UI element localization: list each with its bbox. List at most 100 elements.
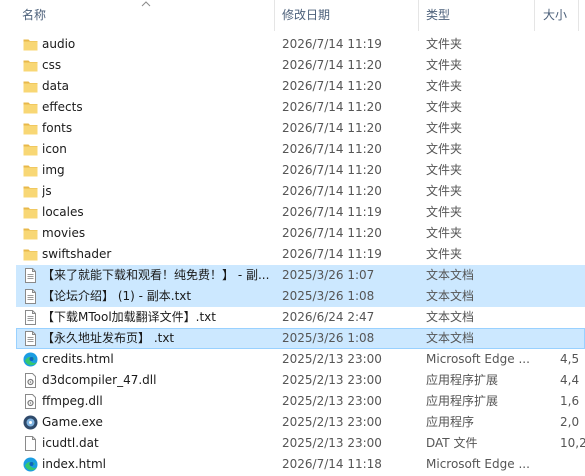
file-row[interactable]: credits.html 2025/2/13 23:00 Microsoft Edg… bbox=[0, 349, 585, 370]
file-date: 2026/6/24 2:47 bbox=[282, 310, 375, 324]
file-size bbox=[560, 454, 585, 475]
file-type: 应用程序扩展 bbox=[426, 373, 499, 387]
file-type: 文本文档 bbox=[426, 310, 475, 324]
dll-file-icon bbox=[22, 372, 39, 389]
column-divider[interactable] bbox=[578, 0, 579, 31]
file-row[interactable]: movies 2026/7/14 11:20 文件夹 bbox=[0, 223, 585, 244]
file-date: 2025/2/13 23:00 bbox=[282, 352, 382, 366]
file-size: 10,2 bbox=[560, 436, 585, 450]
file-name: 【论坛介绍】 (1) - 副本.txt bbox=[42, 289, 192, 303]
file-row[interactable]: data 2026/7/14 11:20 文件夹 bbox=[0, 76, 585, 97]
edge-icon bbox=[22, 351, 39, 368]
file-size bbox=[560, 265, 585, 286]
file-icon bbox=[22, 435, 39, 452]
file-date: 2026/7/14 11:20 bbox=[282, 142, 382, 156]
file-name: data bbox=[42, 79, 70, 93]
folder-icon bbox=[22, 183, 39, 200]
column-divider[interactable] bbox=[418, 0, 419, 31]
file-type: DAT 文件 bbox=[426, 436, 478, 450]
text-file-icon bbox=[22, 330, 39, 347]
file-row[interactable]: locales 2026/7/14 11:19 文件夹 bbox=[0, 202, 585, 223]
file-row[interactable]: index.html 2026/7/14 11:18 Microsoft Edge … bbox=[0, 454, 585, 475]
exe-icon bbox=[22, 414, 39, 431]
file-row[interactable]: icudtl.dat 2025/2/13 23:00 DAT 文件 10,2 bbox=[0, 433, 585, 454]
file-name: img bbox=[42, 163, 65, 177]
file-name: swiftshader bbox=[42, 247, 112, 261]
file-size bbox=[560, 160, 585, 181]
dll-file-icon bbox=[22, 393, 39, 410]
column-header-date[interactable]: 修改日期 bbox=[282, 0, 330, 31]
file-date: 2026/7/14 11:19 bbox=[282, 247, 382, 261]
file-type: Microsoft Edge ... bbox=[426, 352, 530, 366]
file-date: 2025/3/26 1:07 bbox=[282, 268, 375, 282]
file-row[interactable]: 【来了就能下载和观看！纯免费！】 - 副... 2025/3/26 1:07 文本文… bbox=[0, 265, 585, 286]
file-type: 文本文档 bbox=[426, 331, 475, 345]
file-row[interactable]: icon 2026/7/14 11:20 文件夹 bbox=[0, 139, 585, 160]
file-date: 2026/7/14 11:20 bbox=[282, 163, 382, 177]
file-name: d3dcompiler_47.dll bbox=[42, 373, 157, 387]
file-row[interactable]: 【永久地址发布页】 .txt 2025/3/26 1:08 文本文档 bbox=[0, 328, 585, 349]
column-header-name[interactable]: 名称 bbox=[22, 0, 46, 31]
file-size bbox=[560, 139, 585, 160]
file-size bbox=[560, 97, 585, 118]
file-type: 文件夹 bbox=[426, 142, 463, 156]
file-date: 2025/2/13 23:00 bbox=[282, 415, 382, 429]
file-type: 文件夹 bbox=[426, 226, 463, 240]
file-date: 2026/7/14 11:20 bbox=[282, 226, 382, 240]
file-name: icudtl.dat bbox=[42, 436, 99, 450]
file-date: 2026/7/14 11:19 bbox=[282, 37, 382, 51]
file-date: 2026/7/14 11:20 bbox=[282, 100, 382, 114]
file-row[interactable]: fonts 2026/7/14 11:20 文件夹 bbox=[0, 118, 585, 139]
text-file-icon bbox=[22, 309, 39, 326]
file-name: ffmpeg.dll bbox=[42, 394, 103, 408]
file-type: 文件夹 bbox=[426, 184, 463, 198]
column-header-type[interactable]: 类型 bbox=[426, 0, 450, 31]
column-header-size[interactable]: 大小 bbox=[543, 0, 567, 31]
file-name: locales bbox=[42, 205, 84, 219]
file-date: 2026/7/14 11:20 bbox=[282, 121, 382, 135]
text-file-icon bbox=[22, 288, 39, 305]
file-name: icon bbox=[42, 142, 67, 156]
file-name: 【来了就能下载和观看！纯免费！】 - 副... bbox=[42, 268, 270, 282]
file-row[interactable]: effects 2026/7/14 11:20 文件夹 bbox=[0, 97, 585, 118]
file-size: 1,6 bbox=[560, 394, 580, 408]
file-row[interactable]: audio 2026/7/14 11:19 文件夹 bbox=[0, 34, 585, 55]
file-name: movies bbox=[42, 226, 86, 240]
file-row[interactable]: d3dcompiler_47.dll 2025/2/13 23:00 应用程序扩展 4… bbox=[0, 370, 585, 391]
column-divider[interactable] bbox=[534, 0, 535, 31]
file-type: 文件夹 bbox=[426, 37, 463, 51]
file-type: 文本文档 bbox=[426, 268, 475, 282]
file-name: fonts bbox=[42, 121, 73, 135]
sort-ascending-icon bbox=[141, 1, 151, 7]
folder-icon bbox=[22, 162, 39, 179]
file-size bbox=[560, 223, 585, 244]
file-row[interactable]: js 2026/7/14 11:20 文件夹 bbox=[0, 181, 585, 202]
file-size bbox=[560, 307, 585, 328]
file-date: 2026/7/14 11:20 bbox=[282, 184, 382, 198]
file-row[interactable]: Game.exe 2025/2/13 23:00 应用程序 2,0 bbox=[0, 412, 585, 433]
file-name: css bbox=[42, 58, 62, 72]
folder-icon bbox=[22, 225, 39, 242]
file-row[interactable]: img 2026/7/14 11:20 文件夹 bbox=[0, 160, 585, 181]
file-type: 文本文档 bbox=[426, 289, 475, 303]
folder-icon bbox=[22, 57, 39, 74]
file-size bbox=[560, 55, 585, 76]
file-row[interactable]: 【下载MTool加载翻译文件】.txt 2026/6/24 2:47 文本文档 bbox=[0, 307, 585, 328]
column-divider[interactable] bbox=[274, 0, 275, 31]
file-date: 2025/2/13 23:00 bbox=[282, 373, 382, 387]
file-row[interactable]: 【论坛介绍】 (1) - 副本.txt 2025/3/26 1:08 文本文档 bbox=[0, 286, 585, 307]
file-type: 文件夹 bbox=[426, 247, 463, 261]
file-type: Microsoft Edge ... bbox=[426, 457, 530, 471]
file-size bbox=[560, 328, 585, 349]
file-list: audio 2026/7/14 11:19 文件夹 css 2026/7/14 11:2… bbox=[0, 34, 585, 475]
file-date: 2025/3/26 1:08 bbox=[282, 331, 375, 345]
file-name: audio bbox=[42, 37, 76, 51]
file-type: 应用程序 bbox=[426, 415, 475, 429]
file-date: 2025/2/13 23:00 bbox=[282, 436, 382, 450]
file-row[interactable]: ffmpeg.dll 2025/2/13 23:00 应用程序扩展 1,6 bbox=[0, 391, 585, 412]
file-name: Game.exe bbox=[42, 415, 103, 429]
file-row[interactable]: css 2026/7/14 11:20 文件夹 bbox=[0, 55, 585, 76]
file-row[interactable]: swiftshader 2026/7/14 11:19 文件夹 bbox=[0, 244, 585, 265]
file-type: 文件夹 bbox=[426, 58, 463, 72]
file-size bbox=[560, 244, 585, 265]
